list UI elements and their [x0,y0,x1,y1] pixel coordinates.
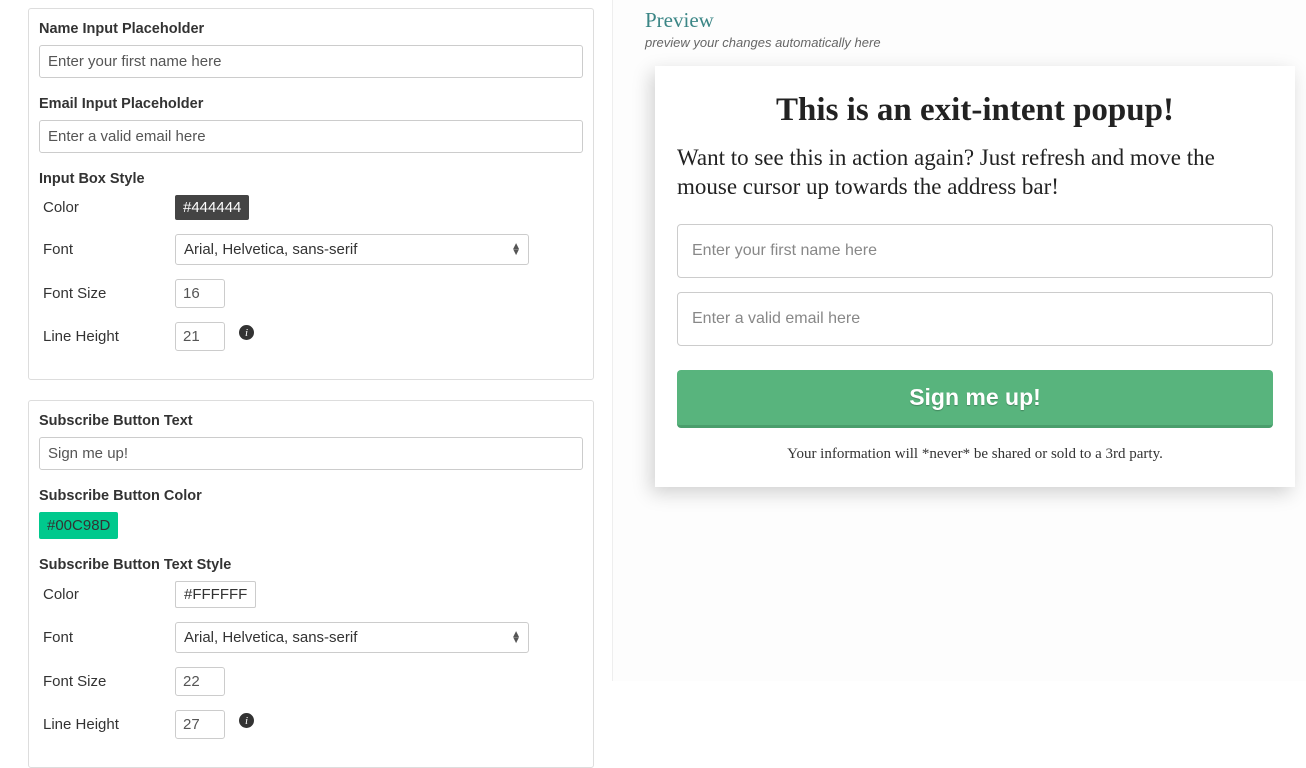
subscribe-text-input[interactable] [39,437,583,470]
popup-email-input[interactable] [677,292,1273,346]
info-icon[interactable]: i [239,713,254,728]
popup-heading: This is an exit-intent popup! [677,92,1273,129]
btn-fontsize-input[interactable] [175,667,225,696]
input-color-swatch[interactable]: #444444 [175,195,249,220]
btn-lineheight-label: Line Height [43,716,175,733]
input-lineheight-label: Line Height [43,328,175,345]
input-box-style-label: Input Box Style [39,171,583,187]
btn-fontsize-label: Font Size [43,673,175,690]
btn-lineheight-input[interactable] [175,710,225,739]
input-fontsize-label: Font Size [43,285,175,302]
popup-preview-card: This is an exit-intent popup! Want to se… [655,66,1295,487]
subscribe-color-swatch[interactable]: #00C98D [39,512,118,539]
preview-column: Preview preview your changes automatical… [612,0,1306,681]
btn-color-label: Color [43,586,175,603]
subscribe-text-style-label: Subscribe Button Text Style [39,557,583,573]
name-placeholder-label: Name Input Placeholder [39,21,583,37]
btn-font-select[interactable] [175,622,529,653]
input-lineheight-input[interactable] [175,322,225,351]
name-placeholder-input[interactable] [39,45,583,78]
email-placeholder-input[interactable] [39,120,583,153]
popup-subscribe-button[interactable]: Sign me up! [677,370,1273,428]
btn-font-label: Font [43,629,175,646]
preview-subtitle: preview your changes automatically here [645,35,1306,50]
input-color-label: Color [43,199,175,216]
popup-name-input[interactable] [677,224,1273,278]
input-fontsize-input[interactable] [175,279,225,308]
preview-title: Preview [645,8,1306,33]
email-placeholder-label: Email Input Placeholder [39,96,583,112]
btn-textcolor-swatch[interactable]: #FFFFFF [175,581,256,608]
popup-description: Want to see this in action again? Just r… [677,143,1273,202]
popup-footnote: Your information will *never* be shared … [677,446,1273,463]
info-icon[interactable]: i [239,325,254,340]
input-box-panel: Name Input Placeholder Email Input Place… [28,8,594,380]
subscribe-text-label: Subscribe Button Text [39,413,583,429]
input-font-select[interactable] [175,234,529,265]
input-font-label: Font [43,241,175,258]
settings-column: Name Input Placeholder Email Input Place… [0,0,612,681]
subscribe-button-panel: Subscribe Button Text Subscribe Button C… [28,400,594,768]
subscribe-color-label: Subscribe Button Color [39,488,583,504]
